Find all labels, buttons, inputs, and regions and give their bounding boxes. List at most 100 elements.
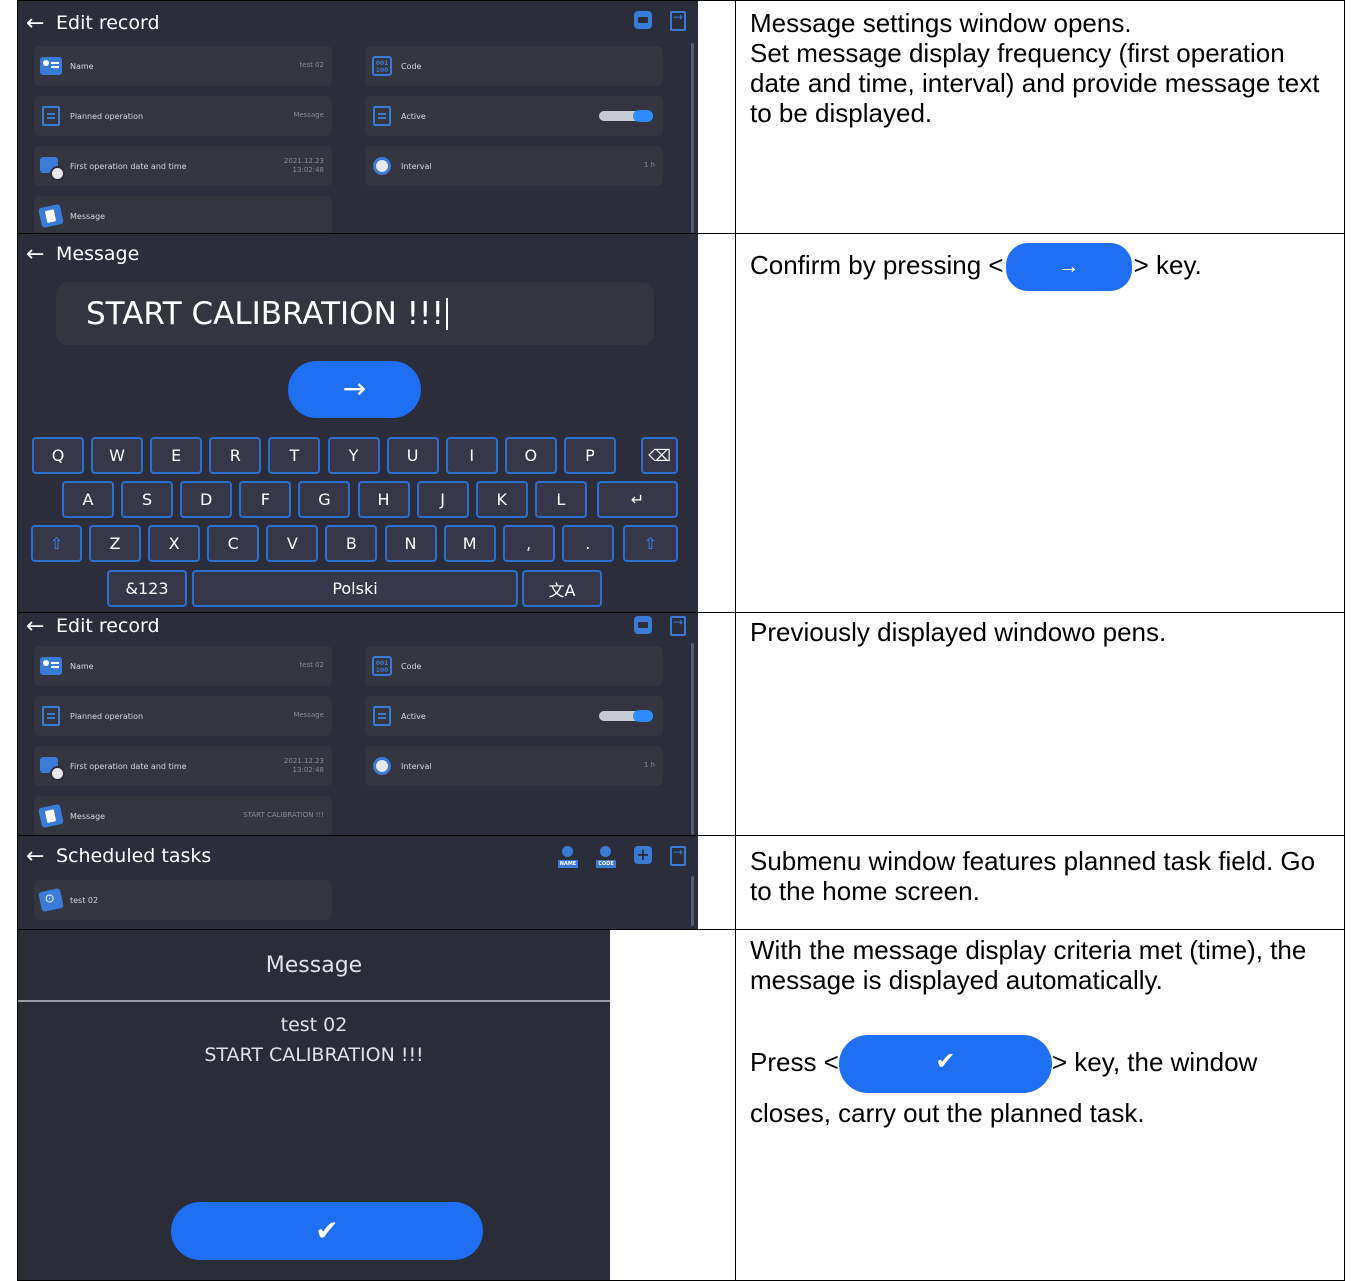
code-field[interactable]: 001 100 Code xyxy=(365,46,663,86)
planned-operation-field[interactable]: Planned operation Message xyxy=(34,96,332,136)
first-operation-field[interactable]: First operation date and time 2021.12.23… xyxy=(34,146,332,186)
key-l[interactable]: L xyxy=(534,481,587,518)
field-value: 2021.12.23 13:02:48 xyxy=(283,156,324,174)
exit-icon[interactable] xyxy=(670,845,686,866)
key-w[interactable]: W xyxy=(91,437,144,474)
name-field[interactable]: Name test 02 xyxy=(34,46,332,86)
key-a[interactable]: A xyxy=(62,481,114,518)
search-by-name-icon[interactable]: NAME xyxy=(558,846,578,868)
key-x[interactable]: X xyxy=(148,525,201,562)
screen-title: Message xyxy=(56,243,140,265)
exit-icon[interactable] xyxy=(670,615,686,636)
key-y[interactable]: Y xyxy=(327,437,380,474)
key-z[interactable]: Z xyxy=(89,525,141,562)
backspace-key[interactable]: ⌫ xyxy=(641,437,678,474)
key-comma[interactable]: , xyxy=(502,525,555,562)
key-o[interactable]: O xyxy=(504,437,557,474)
divider xyxy=(18,1000,610,1002)
user-card-icon xyxy=(40,57,62,75)
key-r[interactable]: R xyxy=(209,437,262,474)
screen-header: ← Edit record xyxy=(18,613,698,639)
table-border-middle xyxy=(735,0,736,1281)
key-g[interactable]: G xyxy=(298,481,351,518)
shift-left-key[interactable]: ⇧ xyxy=(31,525,82,562)
field-value: START CALIBRATION !!! xyxy=(243,811,324,820)
key-v[interactable]: V xyxy=(266,525,319,562)
calendar-clock-icon xyxy=(40,157,65,181)
message-input[interactable]: START CALIBRATION !!! xyxy=(56,282,654,345)
key-t[interactable]: T xyxy=(268,437,321,474)
back-arrow-icon[interactable]: ← xyxy=(26,242,56,267)
enter-key[interactable]: ↵ xyxy=(597,481,678,518)
message-line: test 02 xyxy=(280,1014,348,1036)
key-s[interactable]: S xyxy=(121,481,174,518)
language-key[interactable]: 文A xyxy=(522,570,602,607)
planned-operation-field[interactable]: Planned operation Message xyxy=(34,696,332,736)
interval-field[interactable]: Interval 1 h xyxy=(365,146,663,186)
key-p[interactable]: P xyxy=(563,437,616,474)
key-q[interactable]: Q xyxy=(32,437,84,474)
print-icon[interactable] xyxy=(634,616,652,634)
name-field[interactable]: Name test 02 xyxy=(34,646,332,686)
print-icon[interactable] xyxy=(634,11,652,29)
key-c[interactable]: C xyxy=(207,525,260,562)
popup-title: Message xyxy=(265,953,363,978)
edit-record-screen: ← Edit record Name test 02 001100 Code P… xyxy=(18,613,698,835)
exit-icon[interactable] xyxy=(670,10,686,31)
add-icon[interactable]: + xyxy=(634,846,652,864)
field-value: 2021.12.23 13:02:48 xyxy=(283,756,324,774)
first-operation-field[interactable]: First operation date and time 2021.12.23… xyxy=(34,746,332,786)
message-field[interactable]: Message START CALIBRATION !!! xyxy=(34,796,332,835)
scrollbar[interactable] xyxy=(691,43,694,233)
message-popup-screen: Message test 02 START CALIBRATION !!! ✔ xyxy=(18,930,610,1280)
scrollbar[interactable] xyxy=(691,643,694,835)
active-toggle[interactable] xyxy=(599,110,653,122)
key-k[interactable]: K xyxy=(475,481,528,518)
instruction-text: Confirm by pressing < → > key. xyxy=(750,240,1340,292)
numbers-key[interactable]: &123 xyxy=(107,570,187,607)
search-by-code-icon[interactable]: CODE xyxy=(596,846,616,868)
field-label: Active xyxy=(401,111,426,121)
scrollbar[interactable] xyxy=(691,876,694,926)
popup-message: test 02 START CALIBRATION !!! xyxy=(18,1010,610,1070)
key-period[interactable]: . xyxy=(561,525,614,562)
message-field[interactable]: Message xyxy=(34,196,332,233)
back-arrow-icon[interactable]: ← xyxy=(26,844,56,869)
text-caret xyxy=(445,297,448,330)
active-field[interactable]: Active xyxy=(365,96,663,136)
screen-title: Edit record xyxy=(56,615,160,637)
active-toggle[interactable] xyxy=(599,710,653,722)
table-border-right xyxy=(1344,0,1345,1281)
ok-button[interactable]: ✔ xyxy=(171,1202,483,1260)
document-icon xyxy=(42,106,60,126)
instruction-text: Press < ✔ > key, the window closes, carry … xyxy=(750,1035,1340,1133)
key-u[interactable]: U xyxy=(386,437,439,474)
instruction-text: Previously displayed windowo pens. xyxy=(750,617,1167,647)
key-m[interactable]: M xyxy=(443,525,496,562)
active-field[interactable]: Active xyxy=(365,696,663,736)
message-icon xyxy=(38,203,64,229)
user-card-icon xyxy=(40,657,62,675)
shift-right-key[interactable]: ⇧ xyxy=(623,525,678,562)
list-item[interactable]: test 02 xyxy=(34,880,332,920)
key-b[interactable]: B xyxy=(325,525,378,562)
space-key[interactable]: Polski xyxy=(192,570,518,607)
key-i[interactable]: I xyxy=(445,437,498,474)
key-h[interactable]: H xyxy=(357,481,410,518)
back-arrow-icon[interactable]: ← xyxy=(26,11,56,36)
back-arrow-icon[interactable]: ← xyxy=(26,614,56,639)
confirm-arrow-button[interactable]: → xyxy=(288,361,421,418)
screen-title: Scheduled tasks xyxy=(56,845,212,867)
key-n[interactable]: N xyxy=(384,525,437,562)
screen-title: Edit record xyxy=(56,12,160,34)
key-j[interactable]: J xyxy=(416,481,469,518)
field-value: test 02 xyxy=(299,61,324,70)
field-value: 1 h xyxy=(643,761,655,770)
key-d[interactable]: D xyxy=(180,481,233,518)
key-f[interactable]: F xyxy=(239,481,292,518)
document-icon xyxy=(373,706,391,726)
interval-field[interactable]: Interval 1 h xyxy=(365,746,663,786)
code-field[interactable]: 001 100 Code xyxy=(365,646,663,686)
field-label: Planned operation xyxy=(70,111,144,121)
key-e[interactable]: E xyxy=(150,437,203,474)
